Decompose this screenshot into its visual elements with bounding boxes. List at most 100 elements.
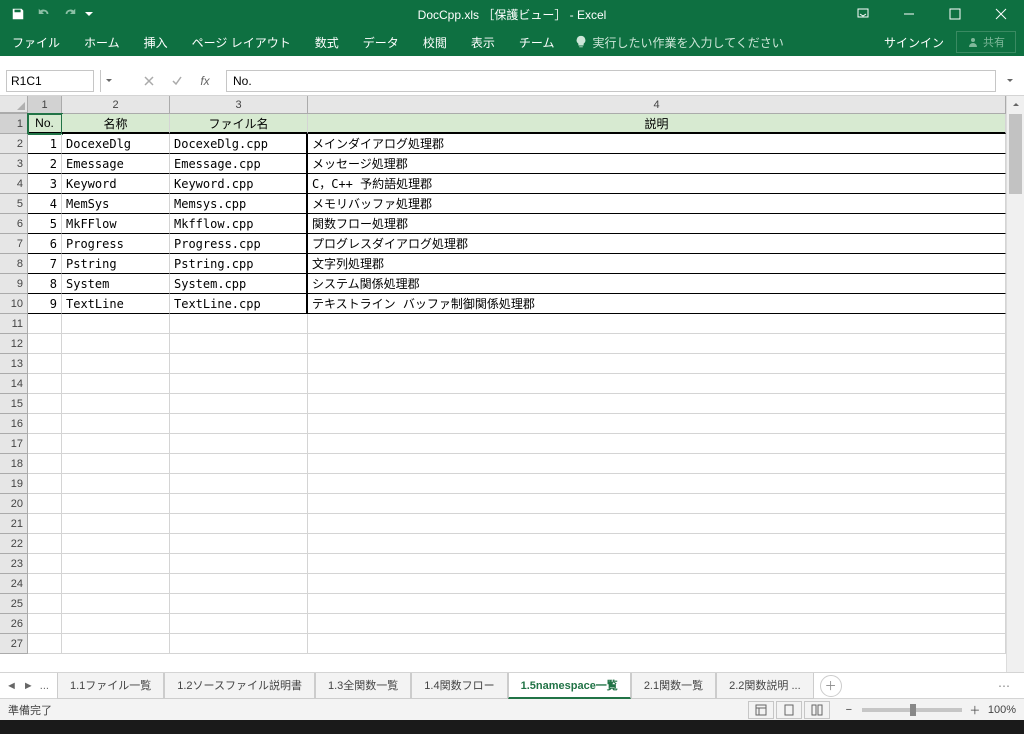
row-header[interactable]: 5 (0, 194, 28, 214)
name-box[interactable]: R1C1 (6, 70, 94, 92)
row-header[interactable]: 11 (0, 314, 28, 334)
formula-input[interactable]: No. (226, 70, 996, 92)
signin-link[interactable]: サインイン (872, 34, 956, 51)
cell[interactable]: TextLine.cpp (170, 294, 308, 314)
row-header[interactable]: 20 (0, 494, 28, 514)
cell[interactable]: 6 (28, 234, 62, 254)
col-header-3[interactable]: 3 (170, 96, 308, 113)
close-button[interactable] (978, 0, 1024, 28)
cell[interactable]: プログレスダイアログ処理郡 (308, 234, 1006, 254)
cell[interactable]: 説明 (308, 114, 1006, 134)
tab-view[interactable]: 表示 (459, 28, 507, 56)
cell[interactable] (28, 474, 62, 494)
cell[interactable] (170, 554, 308, 574)
col-header-4[interactable]: 4 (308, 96, 1006, 113)
cell[interactable]: C，C++ 予約語処理郡 (308, 174, 1006, 194)
cell[interactable] (62, 334, 170, 354)
scroll-thumb[interactable] (1009, 114, 1022, 194)
cell[interactable] (28, 334, 62, 354)
row-header[interactable]: 24 (0, 574, 28, 594)
row-header[interactable]: 4 (0, 174, 28, 194)
cell[interactable]: 9 (28, 294, 62, 314)
sheet-tab[interactable]: 1.3全関数一覧 (315, 673, 411, 699)
cell[interactable] (308, 534, 1006, 554)
cell[interactable] (170, 434, 308, 454)
cell[interactable] (170, 534, 308, 554)
view-page-layout-button[interactable] (776, 701, 802, 719)
sheet-tab[interactable]: 1.4関数フロー (411, 673, 507, 699)
cell[interactable]: No. (28, 114, 62, 134)
cell[interactable] (308, 554, 1006, 574)
cell[interactable] (62, 474, 170, 494)
tab-data[interactable]: データ (351, 28, 411, 56)
cell[interactable]: メッセージ処理郡 (308, 154, 1006, 174)
row-header[interactable]: 26 (0, 614, 28, 634)
cell[interactable] (62, 554, 170, 574)
cell[interactable] (308, 454, 1006, 474)
tab-nav-prev[interactable]: ◄ (6, 680, 17, 692)
scroll-up-button[interactable] (1007, 96, 1024, 112)
cell[interactable] (28, 354, 62, 374)
cell[interactable]: Memsys.cpp (170, 194, 308, 214)
cell[interactable] (28, 514, 62, 534)
cell[interactable] (28, 574, 62, 594)
tab-file[interactable]: ファイル (0, 28, 72, 56)
row-header[interactable]: 13 (0, 354, 28, 374)
save-button[interactable] (6, 2, 30, 26)
cell[interactable] (308, 614, 1006, 634)
cell[interactable]: メインダイアログ処理郡 (308, 134, 1006, 154)
row-header[interactable]: 6 (0, 214, 28, 234)
row-header[interactable]: 18 (0, 454, 28, 474)
cell[interactable]: 8 (28, 274, 62, 294)
cell[interactable]: Pstring (62, 254, 170, 274)
minimize-button[interactable] (886, 0, 932, 28)
cell[interactable]: Mkfflow.cpp (170, 214, 308, 234)
cell[interactable] (62, 454, 170, 474)
row-header[interactable]: 14 (0, 374, 28, 394)
formula-expand-button[interactable] (1002, 77, 1018, 85)
row-header[interactable]: 17 (0, 434, 28, 454)
sheet-tab[interactable]: 1.2ソースファイル説明書 (164, 673, 315, 699)
row-header[interactable]: 9 (0, 274, 28, 294)
cell[interactable] (28, 614, 62, 634)
row-header[interactable]: 25 (0, 594, 28, 614)
cell[interactable] (170, 574, 308, 594)
zoom-in-button[interactable]: ＋ (968, 702, 982, 718)
cell[interactable] (308, 474, 1006, 494)
cell[interactable] (62, 314, 170, 334)
row-header[interactable]: 16 (0, 414, 28, 434)
insert-function-button[interactable]: fx (194, 70, 216, 92)
cell[interactable]: MkFFlow (62, 214, 170, 234)
cell[interactable] (170, 594, 308, 614)
row-header[interactable]: 1 (0, 114, 28, 134)
tab-nav-ellipsis[interactable]: ... (40, 680, 49, 692)
redo-button[interactable] (58, 2, 82, 26)
zoom-slider[interactable] (862, 708, 962, 712)
ribbon-options-button[interactable] (840, 0, 886, 28)
cell[interactable] (170, 374, 308, 394)
row-header[interactable]: 10 (0, 294, 28, 314)
row-header[interactable]: 27 (0, 634, 28, 654)
row-header[interactable]: 22 (0, 534, 28, 554)
tab-nav-next[interactable]: ► (23, 680, 34, 692)
cell[interactable]: システム関係処理郡 (308, 274, 1006, 294)
cancel-formula-button[interactable] (138, 70, 160, 92)
cell[interactable] (62, 634, 170, 654)
view-normal-button[interactable] (748, 701, 774, 719)
cell[interactable] (62, 514, 170, 534)
cell[interactable] (28, 594, 62, 614)
tab-review[interactable]: 校閲 (411, 28, 459, 56)
cell[interactable]: メモリバッファ処理郡 (308, 194, 1006, 214)
cell[interactable]: DocexeDlg (62, 134, 170, 154)
zoom-out-button[interactable]: − (842, 704, 856, 716)
cell[interactable] (170, 454, 308, 474)
cell[interactable]: 7 (28, 254, 62, 274)
cell[interactable] (28, 454, 62, 474)
tab-scroll-more[interactable]: ⋯ (990, 679, 1018, 693)
qat-dropdown[interactable] (84, 2, 94, 26)
cell[interactable] (170, 394, 308, 414)
vertical-scrollbar[interactable] (1006, 96, 1024, 672)
cell[interactable] (62, 354, 170, 374)
cell[interactable] (62, 394, 170, 414)
share-button[interactable]: 共有 (956, 31, 1016, 53)
